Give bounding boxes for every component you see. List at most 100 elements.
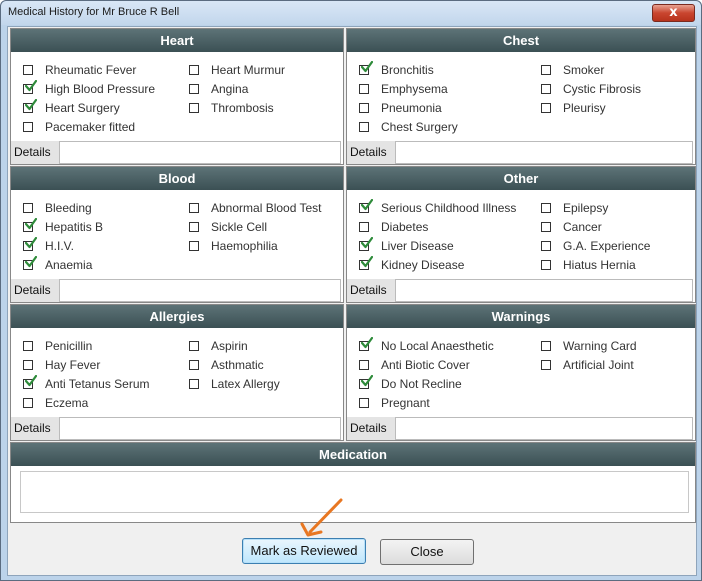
allergies-panel: Allergies Penicillin Hay Fever Anti Tetanu…	[10, 304, 344, 441]
blood-item[interactable]: H.I.V.	[23, 236, 74, 254]
checkbox-checked-icon[interactable]	[23, 79, 37, 94]
checkbox-icon[interactable]	[23, 397, 33, 408]
allergies-item[interactable]: Penicillin	[23, 337, 92, 354]
checkbox-icon[interactable]	[189, 240, 199, 251]
heart-item[interactable]: Heart Surgery	[23, 98, 120, 116]
warnings-item[interactable]: Pregnant	[359, 394, 430, 411]
checkbox-icon[interactable]	[541, 221, 551, 232]
warnings-item[interactable]: Artificial Joint	[541, 356, 634, 373]
checkbox-checked-icon[interactable]	[23, 236, 37, 251]
chest-item[interactable]: Cystic Fibrosis	[541, 80, 641, 97]
checkbox-icon[interactable]	[23, 359, 33, 370]
checkbox-checked-icon[interactable]	[23, 217, 37, 232]
warnings-item[interactable]: Anti Biotic Cover	[359, 356, 470, 373]
warnings-item[interactable]: Do Not Recline	[359, 374, 462, 392]
checkbox-icon[interactable]	[23, 340, 33, 351]
checkbox-icon[interactable]	[189, 102, 199, 113]
checkbox-icon[interactable]	[189, 83, 199, 94]
checkbox-icon[interactable]	[359, 221, 369, 232]
window-close-icon[interactable]: x	[652, 4, 695, 22]
heart-details-input[interactable]	[59, 141, 341, 164]
checkbox-checked-icon[interactable]	[359, 236, 373, 251]
checkbox-icon[interactable]	[189, 340, 199, 351]
checkbox-checked-icon[interactable]	[359, 374, 373, 389]
checkbox-icon[interactable]	[541, 202, 551, 213]
checkbox-icon[interactable]	[541, 83, 551, 94]
allergies-item[interactable]: Asthmatic	[189, 356, 264, 373]
close-button[interactable]: Close	[380, 539, 474, 565]
chest-item[interactable]: Pleurisy	[541, 99, 606, 116]
checkbox-checked-icon[interactable]	[359, 60, 373, 75]
other-item[interactable]: Kidney Disease	[359, 255, 464, 273]
checkbox-icon[interactable]	[23, 202, 33, 213]
checkbox-icon[interactable]	[189, 64, 199, 75]
checkbox-icon[interactable]	[189, 221, 199, 232]
checkbox-checked-icon[interactable]	[359, 255, 373, 270]
checkbox-icon[interactable]	[189, 359, 199, 370]
title-bar[interactable]: Medical History for Mr Bruce R Bell x	[1, 1, 701, 25]
checkbox-checked-icon[interactable]	[359, 198, 373, 213]
heart-item[interactable]: High Blood Pressure	[23, 79, 155, 97]
other-item[interactable]: Hiatus Hernia	[541, 256, 636, 273]
warnings-item[interactable]: Warning Card	[541, 337, 637, 354]
checkbox-icon[interactable]	[541, 340, 551, 351]
blood-item[interactable]: Anaemia	[23, 255, 92, 273]
other-item[interactable]: Liver Disease	[359, 236, 454, 254]
other-item[interactable]: Serious Childhood Illness	[359, 198, 516, 216]
allergies-details-input[interactable]	[59, 417, 341, 440]
chest-item[interactable]: Smoker	[541, 61, 604, 78]
checkbox-icon[interactable]	[359, 102, 369, 113]
checkbox-checked-icon[interactable]	[359, 336, 373, 351]
warnings-item-label: Warning Card	[563, 338, 637, 353]
checkbox-icon[interactable]	[541, 259, 551, 270]
allergies-item[interactable]: Latex Allergy	[189, 375, 280, 392]
chest-details-input[interactable]	[395, 141, 693, 164]
chest-item[interactable]: Bronchitis	[359, 60, 434, 78]
checkbox-icon[interactable]	[359, 121, 369, 132]
allergies-item[interactable]: Aspirin	[189, 337, 248, 354]
chest-item[interactable]: Chest Surgery	[359, 118, 458, 135]
blood-item[interactable]: Haemophilia	[189, 237, 278, 254]
other-item[interactable]: Diabetes	[359, 218, 428, 235]
allergies-item[interactable]: Eczema	[23, 394, 88, 411]
allergies-item[interactable]: Anti Tetanus Serum	[23, 374, 150, 392]
heart-item[interactable]: Rheumatic Fever	[23, 61, 136, 78]
blood-header: Blood	[11, 167, 343, 190]
other-item[interactable]: Cancer	[541, 218, 602, 235]
checkbox-checked-icon[interactable]	[23, 98, 37, 113]
blood-item[interactable]: Bleeding	[23, 199, 92, 216]
warnings-item[interactable]: No Local Anaesthetic	[359, 336, 494, 354]
blood-item[interactable]: Abnormal Blood Test	[189, 199, 322, 216]
other-item[interactable]: G.A. Experience	[541, 237, 650, 254]
blood-item[interactable]: Sickle Cell	[189, 218, 267, 235]
blood-details-input[interactable]	[59, 279, 341, 302]
warnings-details-input[interactable]	[395, 417, 693, 440]
checkbox-icon[interactable]	[23, 64, 33, 75]
heart-item[interactable]: Thrombosis	[189, 99, 274, 116]
heart-item[interactable]: Angina	[189, 80, 248, 97]
heart-item[interactable]: Heart Murmur	[189, 61, 285, 78]
blood-item[interactable]: Hepatitis B	[23, 217, 103, 235]
checkbox-icon[interactable]	[359, 397, 369, 408]
checkbox-icon[interactable]	[359, 359, 369, 370]
checkbox-icon[interactable]	[541, 240, 551, 251]
chest-item[interactable]: Emphysema	[359, 80, 448, 97]
allergies-item[interactable]: Hay Fever	[23, 356, 100, 373]
other-item[interactable]: Epilepsy	[541, 199, 608, 216]
checkbox-icon[interactable]	[189, 378, 199, 389]
checkbox-icon[interactable]	[541, 64, 551, 75]
medication-textarea[interactable]	[20, 471, 689, 513]
heart-item[interactable]: Pacemaker fitted	[23, 118, 135, 135]
checkbox-checked-icon[interactable]	[23, 255, 37, 270]
checkbox-checked-icon[interactable]	[23, 374, 37, 389]
warnings-details-label: Details	[347, 417, 395, 440]
checkbox-icon[interactable]	[541, 102, 551, 113]
chest-details-label: Details	[347, 141, 395, 164]
other-details-input[interactable]	[395, 279, 693, 302]
chest-item[interactable]: Pneumonia	[359, 99, 442, 116]
checkbox-icon[interactable]	[23, 121, 33, 132]
warnings-item-label: Do Not Recline	[381, 376, 462, 391]
checkbox-icon[interactable]	[359, 83, 369, 94]
checkbox-icon[interactable]	[541, 359, 551, 370]
checkbox-icon[interactable]	[189, 202, 199, 213]
